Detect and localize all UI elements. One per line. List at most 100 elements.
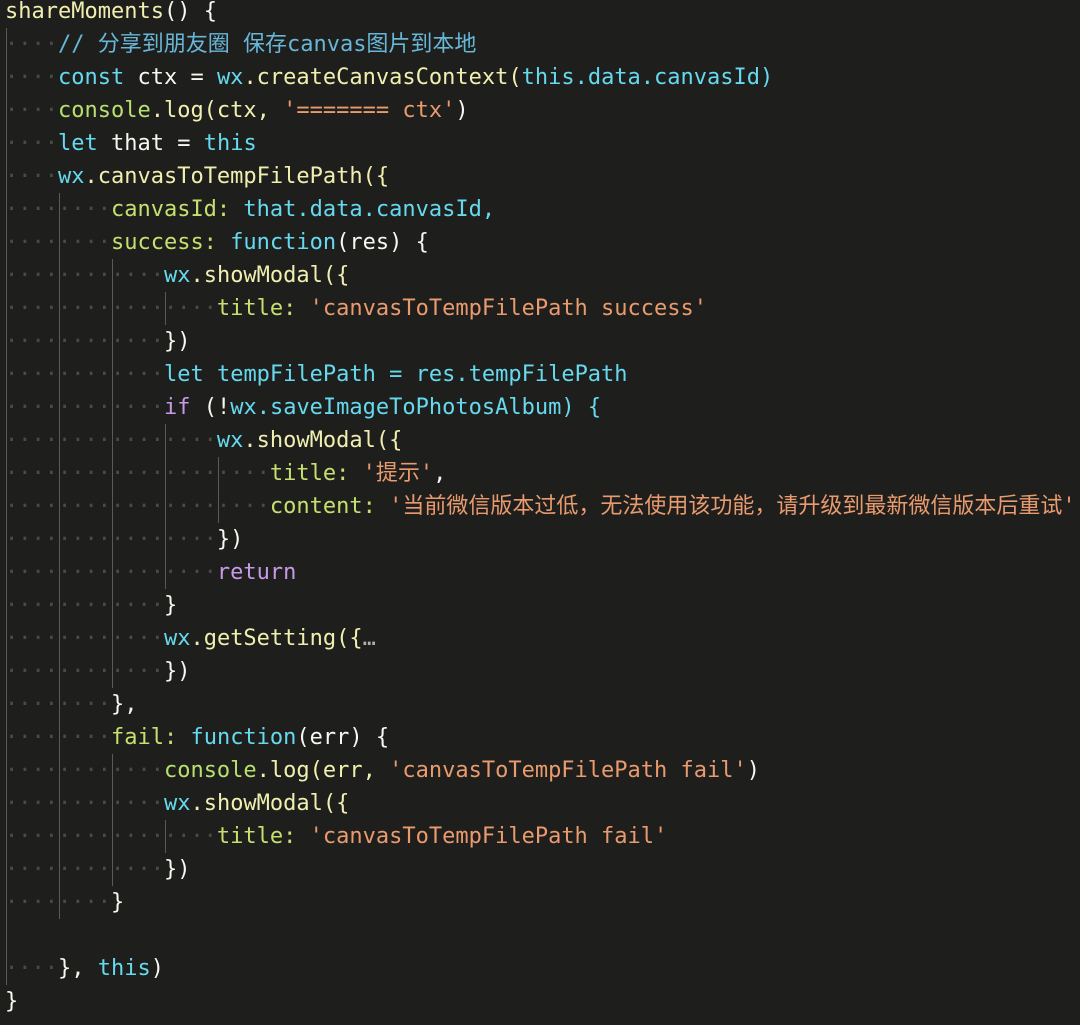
indent-guide — [6, 853, 7, 886]
indent-guide — [6, 556, 7, 589]
code-line: ········fail: function(err) { — [5, 721, 1080, 754]
code-line: ················return — [5, 556, 1080, 589]
code-line: ············} — [5, 589, 1080, 622]
indent-guide — [112, 325, 113, 358]
code-token: (err) { — [296, 725, 390, 750]
code-token: title: — [216, 296, 297, 321]
code-token: const — [57, 65, 125, 90]
code-line: ········} — [5, 886, 1080, 919]
indent-whitespace: ········ — [5, 890, 111, 915]
indent-guide — [6, 919, 7, 952]
code-token: wx — [163, 626, 191, 651]
code-token: .log(ctx, — [150, 98, 284, 123]
code-token: wx — [163, 791, 191, 816]
code-token: content: — [269, 494, 376, 519]
indent-guide — [59, 523, 60, 556]
indent-whitespace: ················ — [5, 296, 217, 321]
code-token: that.data.canvasId, — [230, 197, 496, 222]
indent-whitespace: ············ — [5, 626, 164, 651]
indent-guide — [165, 820, 166, 853]
code-token: return — [216, 560, 297, 585]
code-line: ····}, this) — [5, 952, 1080, 985]
code-line: ····················content: '当前微信版本过低，无… — [5, 490, 1080, 523]
code-token: 'canvasToTempFilePath fail' — [389, 758, 747, 783]
code-token: this — [521, 65, 575, 90]
code-token: ctx = — [124, 65, 217, 90]
indent-guide — [112, 556, 113, 589]
code-line: ················title: 'canvasToTempFile… — [5, 292, 1080, 325]
indent-guide — [6, 358, 7, 391]
code-line: ····················title: '提示', — [5, 457, 1080, 490]
indent-guide — [6, 28, 7, 61]
indent-guide — [112, 292, 113, 325]
code-token: .log(err, — [256, 758, 390, 783]
code-line: ····console.log(ctx, '======= ctx') — [5, 94, 1080, 127]
code-token: } — [163, 593, 178, 618]
indent-guide — [6, 490, 7, 523]
code-line: ············wx.showModal({ — [5, 787, 1080, 820]
code-token: }) — [163, 329, 191, 354]
code-token: wx — [230, 395, 257, 420]
indent-guide — [112, 853, 113, 886]
indent-guide — [165, 556, 166, 589]
indent-guide — [6, 259, 7, 292]
indent-guide — [59, 193, 60, 226]
code-line: ············console.log(err, 'canvasToTe… — [5, 754, 1080, 787]
code-line: ········success: function(res) { — [5, 226, 1080, 259]
indent-guide — [165, 523, 166, 556]
code-token: .showModal({ — [243, 428, 403, 453]
code-token: function — [190, 725, 297, 750]
code-token: }) — [216, 527, 244, 552]
code-editor[interactable]: shareMoments() {····// 分享到朋友圈 保存canvas图片… — [0, 0, 1080, 1025]
code-line: ············}) — [5, 853, 1080, 886]
code-token: () { — [163, 0, 217, 24]
code-token: .saveImageToPhotosAlbum) { — [256, 395, 602, 420]
indent-whitespace: ········ — [5, 230, 111, 255]
indent-guide — [59, 490, 60, 523]
indent-whitespace: ············ — [5, 329, 164, 354]
code-token: shareMoments — [5, 0, 164, 24]
indent-guide — [165, 292, 166, 325]
indent-guide — [112, 787, 113, 820]
code-token: this — [203, 131, 257, 156]
indent-guide — [59, 358, 60, 391]
indent-whitespace: ···· — [5, 956, 58, 981]
indent-guide — [112, 589, 113, 622]
code-token: '当前微信版本过低，无法使用该功能，请升级到最新微信版本后重试' — [389, 494, 1076, 519]
code-token: wx — [216, 65, 244, 90]
indent-guide — [59, 688, 60, 721]
code-area[interactable]: shareMoments() {····// 分享到朋友圈 保存canvas图片… — [5, 0, 1080, 1018]
code-token: if — [163, 395, 191, 420]
code-token: '======= ctx' — [283, 98, 456, 123]
indent-guide — [59, 556, 60, 589]
indent-guide — [6, 61, 7, 94]
code-token: (! — [190, 395, 231, 420]
indent-guide — [59, 325, 60, 358]
indent-guide — [59, 589, 60, 622]
indent-whitespace: ········ — [5, 725, 111, 750]
code-token: fail: — [110, 725, 178, 750]
code-line: ········}, — [5, 688, 1080, 721]
code-line: ····// 分享到朋友圈 保存canvas图片到本地 — [5, 28, 1080, 61]
code-token: .getSetting({ — [190, 626, 363, 651]
code-line: ············}) — [5, 325, 1080, 358]
code-token: 'canvasToTempFilePath fail' — [309, 824, 668, 849]
code-line — [5, 919, 1080, 952]
indent-guide — [6, 226, 7, 259]
indent-guide — [6, 754, 7, 787]
code-token: }) — [163, 659, 191, 684]
indent-guide — [6, 589, 7, 622]
code-token: that = — [97, 131, 204, 156]
indent-whitespace: ···· — [5, 65, 58, 90]
indent-guide — [59, 820, 60, 853]
code-token: title: — [216, 824, 297, 849]
indent-guide — [165, 490, 166, 523]
indent-whitespace: ···················· — [5, 461, 270, 486]
indent-whitespace: ············ — [5, 362, 164, 387]
code-token: .data.canvasId) — [574, 65, 774, 90]
code-line: shareMoments() { — [5, 0, 1080, 28]
code-token: success: — [110, 230, 217, 255]
indent-guide — [59, 721, 60, 754]
